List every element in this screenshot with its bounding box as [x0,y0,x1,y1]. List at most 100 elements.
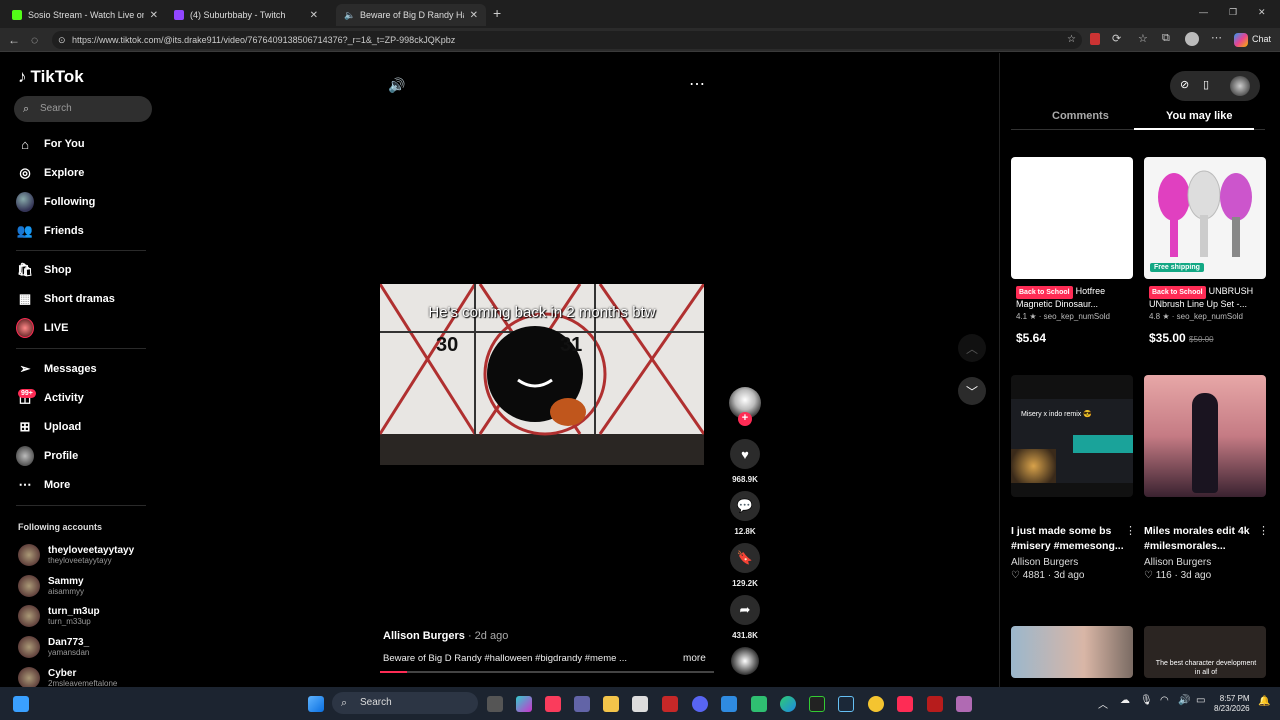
battery-icon[interactable]: ▭ [1196,695,1205,706]
discord-icon[interactable] [692,696,708,712]
nav-live[interactable]: LIVE [16,318,68,338]
video-author[interactable]: Allison Burgers [1011,557,1078,568]
following-account[interactable]: turn_m3up turn_m33up [18,605,100,627]
back-arrow-icon[interactable]: ← [8,33,20,47]
window-restore-button[interactable]: ❐ [1229,7,1237,18]
tab-you-may-like[interactable]: You may like [1166,110,1232,122]
favorite-star-icon[interactable]: ☆ [1067,31,1076,49]
save-action[interactable]: 🔖 129.2K [729,543,761,588]
video-author[interactable]: Allison Burgers · 2d ago [383,630,508,642]
address-bar[interactable]: ⊙ https://www.tiktok.com/@its.drake911/v… [52,31,1082,49]
volume-icon[interactable]: 🔊 [388,77,405,94]
more-link[interactable]: more [683,653,706,664]
like-action[interactable]: ♥ 968.9K [729,439,761,484]
speaker-icon[interactable]: 🔊 [1178,695,1190,706]
profile-avatar[interactable] [1185,32,1199,46]
nav-profile[interactable]: Profile [16,446,78,466]
video-options-icon[interactable]: ⋮ [1125,524,1136,537]
music-app-icon[interactable] [545,696,561,712]
coins-icon[interactable]: ⊘ [1180,78,1189,91]
clock[interactable]: 8:57 PM 8/23/2026 [1214,694,1250,714]
window-minimize-button[interactable]: — [1199,7,1208,17]
video-author[interactable]: Allison Burgers [1144,557,1211,568]
steam-icon[interactable] [838,696,854,712]
following-account[interactable]: Cyber 2msleavemeftalone [18,667,117,689]
share-icon[interactable]: ➦ [730,595,760,625]
follow-plus-button[interactable]: + [738,412,752,426]
app-green-icon[interactable] [751,696,767,712]
taskbar-search[interactable]: ⌕ Search [332,692,478,714]
comment-icon[interactable]: 💬 [730,491,760,521]
refresh-extension-icon[interactable]: ⟳ [1112,32,1121,45]
copilot-icon[interactable] [1234,33,1248,47]
app-red-icon[interactable] [927,696,943,712]
share-action[interactable]: ➦ 431.8K [729,595,761,640]
video-progress-bar[interactable] [380,671,714,673]
browser-tab-tiktok[interactable]: 🔈 Beware of Big D Randy Hallow ✕ [336,4,486,26]
tiktok-app-icon[interactable] [897,696,913,712]
tray-chevron-up-icon[interactable]: ︿ [1098,696,1108,711]
nav-friends[interactable]: 👥 Friends [16,222,84,240]
heart-icon[interactable]: ♥ [730,439,760,469]
phone-icon[interactable]: ▯ [1203,78,1209,91]
window-close-button[interactable]: ✕ [1258,7,1266,18]
video-title[interactable]: Miles morales edit 4k #milesmorales... [1144,524,1259,554]
search-input[interactable]: ⌕ Search [14,96,152,122]
video-title[interactable]: I just made some bs #misery #memesong... [1011,524,1126,554]
video-options-icon[interactable]: ⋯ [689,74,705,94]
following-account[interactable]: Sammy aisammyy [18,575,84,597]
site-info-icon[interactable]: ⊙ [58,31,66,49]
video-thumbnail[interactable] [1011,626,1133,678]
terminal-icon[interactable] [809,696,825,712]
nav-messages[interactable]: ➢ Messages [16,360,97,378]
nav-upload[interactable]: ⊞ Upload [16,418,82,436]
tab-comments[interactable]: Comments [1052,110,1109,122]
nav-following[interactable]: Following [16,192,95,212]
app-purple-icon[interactable] [956,696,972,712]
wifi-icon[interactable]: ◠ [1160,695,1169,706]
nav-for-you[interactable]: ⌂ For You [16,135,84,153]
task-view-icon[interactable] [487,696,503,712]
tab-close-icon[interactable]: ✕ [310,10,318,21]
browser-menu-icon[interactable]: ⋯ [1211,31,1222,44]
product-title[interactable]: Back to School UNBRUSH UNbrush Line Up Se… [1149,286,1271,310]
nav-more[interactable]: ⋯ More [16,476,71,494]
app-l-icon[interactable] [662,696,678,712]
file-explorer-icon[interactable] [603,696,619,712]
app-blue-icon[interactable] [721,696,737,712]
comment-action[interactable]: 💬 12.8K [729,491,761,536]
new-tab-button[interactable]: + [493,5,501,21]
windows-start-icon[interactable] [308,696,324,712]
tab-close-icon[interactable]: ✕ [150,10,158,21]
network-icon[interactable]: ☁ [1120,695,1130,706]
start-button-icon[interactable] [13,696,29,712]
video-thumbnail[interactable]: Misery x indo remix 😎 [1011,375,1133,497]
nav-shop[interactable]: 🛍 Shop [16,261,72,279]
tab-close-icon[interactable]: ✕ [470,10,478,21]
video-thumbnail[interactable] [1144,375,1266,497]
nav-explore[interactable]: ◎ Explore [16,164,84,182]
browser-tab-twitch[interactable]: (4) Suburbbaby - Twitch ✕ [166,4,326,26]
store-icon[interactable] [632,696,648,712]
chat-button[interactable]: Chat [1252,34,1271,44]
video-options-icon[interactable]: ⋮ [1258,524,1269,537]
extension-icon[interactable] [1090,33,1100,45]
previous-video-button[interactable]: ︿ [958,334,986,362]
product-image[interactable] [1011,157,1133,279]
music-disc-icon[interactable] [731,647,759,675]
author-name[interactable]: Allison Burgers [383,630,465,642]
following-account[interactable]: theyloveetayytayy theyloveetayytayy [18,544,134,566]
teams-icon[interactable] [574,696,590,712]
user-avatar[interactable] [1230,76,1250,96]
nav-short-dramas[interactable]: ▦ Short dramas [16,290,115,308]
product-image[interactable] [1144,157,1266,279]
copilot-app-icon[interactable] [516,696,532,712]
next-video-button[interactable]: ﹀ [958,377,986,405]
notification-bell-icon[interactable]: 🔔 [1258,696,1270,707]
video-thumbnail[interactable]: The best character development in all of [1144,626,1266,678]
following-account[interactable]: Dan773_ yamansdan [18,636,89,658]
product-title[interactable]: Back to School Hotfree Magnetic Dinosaur.… [1016,286,1138,310]
tiktok-logo[interactable]: ♪ TikTok [18,67,84,87]
microphone-icon[interactable]: 🎙 [1140,695,1153,706]
browser-tab-kick[interactable]: Sosio Stream - Watch Live on Kick ✕ [4,4,166,26]
